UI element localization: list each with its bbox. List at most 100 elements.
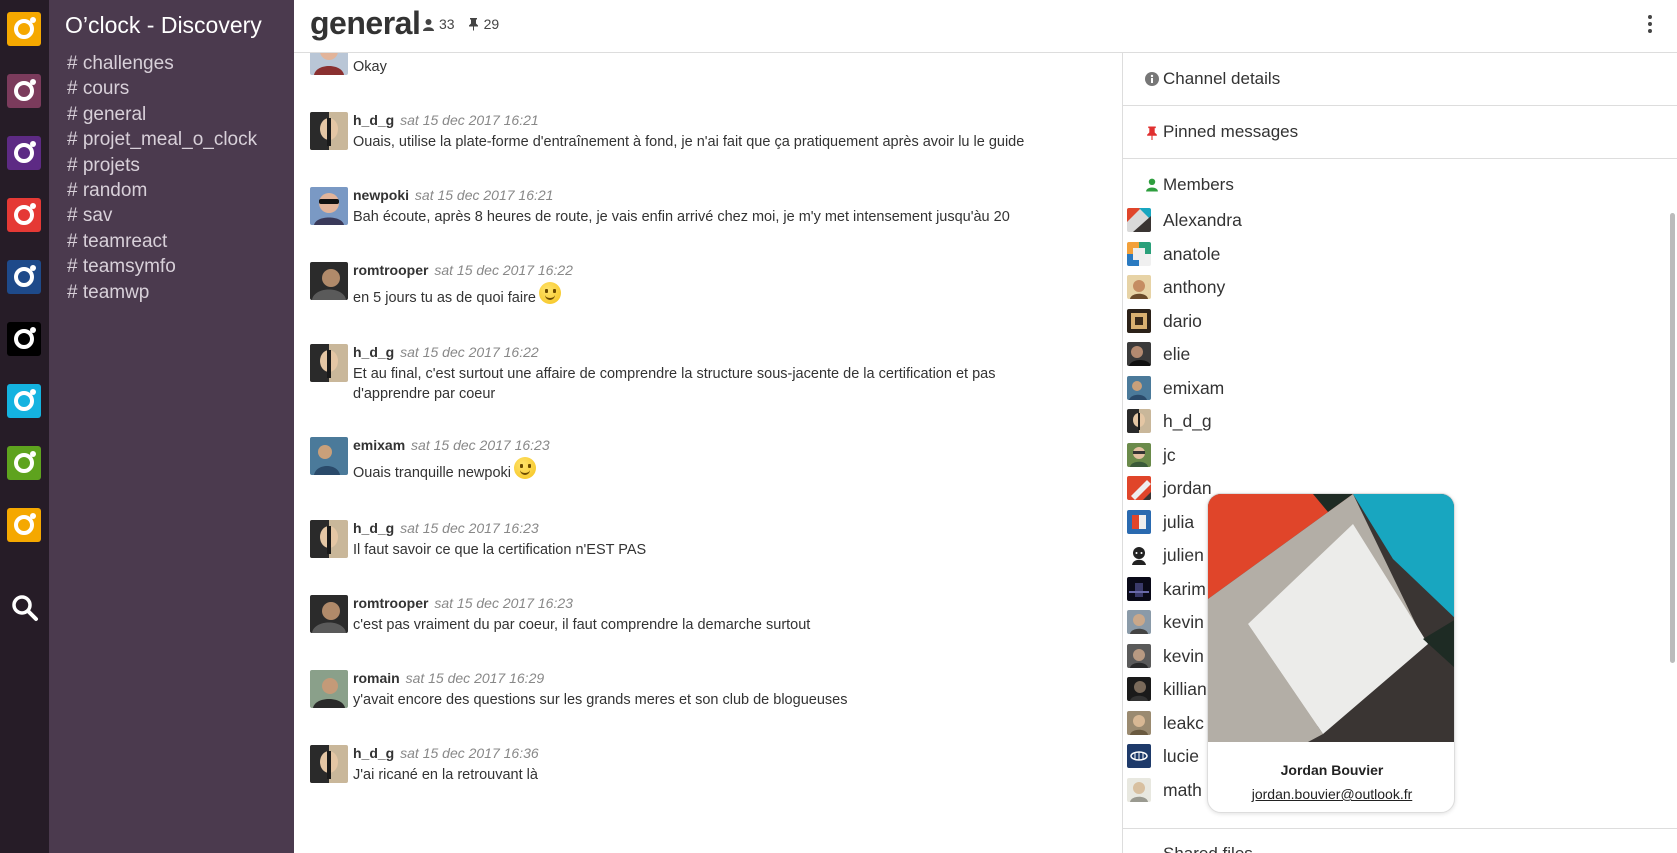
- team-switcher-1[interactable]: [7, 12, 41, 46]
- avatar[interactable]: [310, 262, 348, 300]
- message-author[interactable]: emixam: [353, 437, 405, 453]
- message-time: sat 15 dec 2017 16:22: [434, 262, 573, 278]
- member-name: kevin: [1163, 645, 1204, 666]
- avatar: [1127, 208, 1151, 232]
- avatar[interactable]: [310, 112, 348, 150]
- message-text-content: en 5 jours tu as de quoi faire: [353, 290, 536, 306]
- team-switcher-5[interactable]: [7, 260, 41, 294]
- message-text: Il faut savoir ce que la certification n…: [353, 542, 647, 558]
- channel-title: general: [310, 5, 421, 41]
- team-switcher-7[interactable]: [7, 384, 41, 418]
- message-author[interactable]: h_d_g: [353, 745, 394, 761]
- channel-item-general[interactable]: # general: [67, 104, 257, 129]
- pin-icon: [468, 18, 478, 31]
- message-text: Ouais, utilise la plate-forme d'entraîne…: [353, 134, 1025, 150]
- message-author[interactable]: romain: [353, 670, 400, 686]
- message-author[interactable]: romtrooper: [353, 262, 428, 278]
- team-switcher-2[interactable]: [7, 74, 41, 108]
- team-switcher-3[interactable]: [7, 136, 41, 170]
- member-name: dario: [1163, 310, 1202, 331]
- member-name: julien: [1163, 545, 1204, 565]
- message-header: romain sat 15 dec 2017 16:29: [353, 670, 544, 686]
- message-text: y'avait encore des questions sur les gra…: [353, 692, 848, 708]
- member-name: lucie: [1163, 746, 1199, 766]
- message-author[interactable]: newpoki: [353, 187, 409, 203]
- avatar[interactable]: [310, 670, 348, 708]
- avatar: [1127, 744, 1151, 768]
- members-section-header[interactable]: Members: [1123, 159, 1677, 205]
- pinned-messages-label: Pinned messages: [1163, 122, 1299, 141]
- avatar: [1127, 409, 1151, 433]
- message-author[interactable]: h_d_g: [353, 112, 394, 128]
- profile-email-link[interactable]: jordan.bouvier@outlook.fr: [1208, 786, 1454, 802]
- channel-item-teamsymfo[interactable]: # teamsymfo: [67, 256, 257, 281]
- oclock-logo-icon: [14, 513, 36, 535]
- shared-files-label[interactable]: Shared files: [1163, 844, 1253, 853]
- search-icon[interactable]: [10, 593, 40, 623]
- message-text: J'ai ricané en la retrouvant là: [353, 767, 538, 783]
- team-switcher-8[interactable]: [7, 446, 41, 480]
- members-count: 33: [439, 16, 455, 32]
- channel-meta: 33 29: [422, 16, 499, 32]
- message-header: h_d_g sat 15 dec 2017 16:21: [353, 112, 539, 128]
- team-switcher-9[interactable]: [7, 508, 41, 542]
- smiley-emoji-icon: [538, 282, 561, 304]
- profile-picture: [1208, 494, 1454, 742]
- avatar[interactable]: [310, 520, 348, 558]
- member-name: jordan: [1163, 478, 1212, 498]
- avatar[interactable]: [310, 53, 348, 75]
- oclock-logo-icon: [14, 17, 36, 39]
- members-label: Members: [1163, 175, 1234, 194]
- channel-item-cours[interactable]: # cours: [67, 78, 257, 103]
- message-time: sat 15 dec 2017 16:29: [405, 670, 545, 686]
- message-list[interactable]: Okay h_d_g sat 15 dec 2017 16:21 Ouais, …: [294, 53, 1120, 853]
- oclock-logo-icon: [14, 203, 36, 225]
- team-rail: [0, 0, 49, 853]
- side-panel-scrollbar[interactable]: [1670, 213, 1675, 663]
- avatar: [1127, 375, 1151, 400]
- kebab-menu-icon[interactable]: [1645, 15, 1655, 37]
- team-switcher-6[interactable]: [7, 322, 41, 356]
- team-switcher-4[interactable]: [7, 198, 41, 232]
- pinned-messages-section[interactable]: Pinned messages: [1123, 106, 1677, 159]
- profile-name: Jordan Bouvier: [1280, 762, 1384, 778]
- avatar: [1127, 275, 1151, 299]
- message-text: Et au final, c'est surtout une affaire d…: [353, 366, 996, 402]
- channel-item-random[interactable]: # random: [67, 180, 257, 205]
- message-header: newpoki sat 15 dec 2017 16:21: [353, 187, 553, 203]
- message-header: emixam sat 15 dec 2017 16:23: [353, 437, 550, 453]
- avatar[interactable]: [310, 595, 348, 633]
- member-name: anatole: [1163, 243, 1221, 264]
- channel-item-challenges[interactable]: # challenges: [67, 53, 257, 78]
- channel-item-sav[interactable]: # sav: [67, 205, 257, 230]
- team-name: O’clock - Discovery: [65, 12, 262, 38]
- oclock-logo-icon: [14, 389, 36, 411]
- avatar[interactable]: [310, 187, 348, 225]
- message-header: romtrooper sat 15 dec 2017 16:23: [353, 595, 573, 611]
- channel-item-teamwp[interactable]: # teamwp: [67, 282, 257, 307]
- message-time: sat 15 dec 2017 16:23: [400, 520, 539, 536]
- member-name: Alexandra: [1163, 210, 1242, 230]
- message-time: sat 15 dec 2017 16:36: [400, 745, 539, 761]
- channel-item-projet-meal-o-clock[interactable]: # projet_meal_o_clock: [67, 129, 257, 154]
- channel-details-section[interactable]: Channel details: [1123, 53, 1677, 106]
- channel-list: # challenges # cours # general # projet_…: [67, 53, 257, 307]
- channel-item-projets[interactable]: # projets: [67, 155, 257, 180]
- message-text: c'est pas vraiment du par coeur, il faut…: [353, 617, 811, 633]
- avatar[interactable]: [310, 344, 348, 382]
- message-author[interactable]: romtrooper: [353, 595, 428, 611]
- oclock-logo-icon: [14, 327, 36, 349]
- message-header: romtrooper sat 15 dec 2017 16:22: [353, 262, 573, 278]
- channel-item-teamreact[interactable]: # teamreact: [67, 231, 257, 256]
- message-author[interactable]: h_d_g: [353, 520, 394, 536]
- member-name: jc: [1163, 444, 1176, 465]
- message-time: sat 15 dec 2017 16:21: [414, 187, 554, 203]
- avatar: [1127, 543, 1151, 567]
- avatar: [1127, 610, 1151, 634]
- avatar: [1127, 308, 1151, 333]
- avatar[interactable]: [310, 745, 348, 783]
- avatar[interactable]: [310, 437, 348, 475]
- message-author[interactable]: h_d_g: [353, 344, 394, 360]
- avatar: [1127, 241, 1151, 266]
- message-header: h_d_g sat 15 dec 2017 16:22: [353, 344, 539, 360]
